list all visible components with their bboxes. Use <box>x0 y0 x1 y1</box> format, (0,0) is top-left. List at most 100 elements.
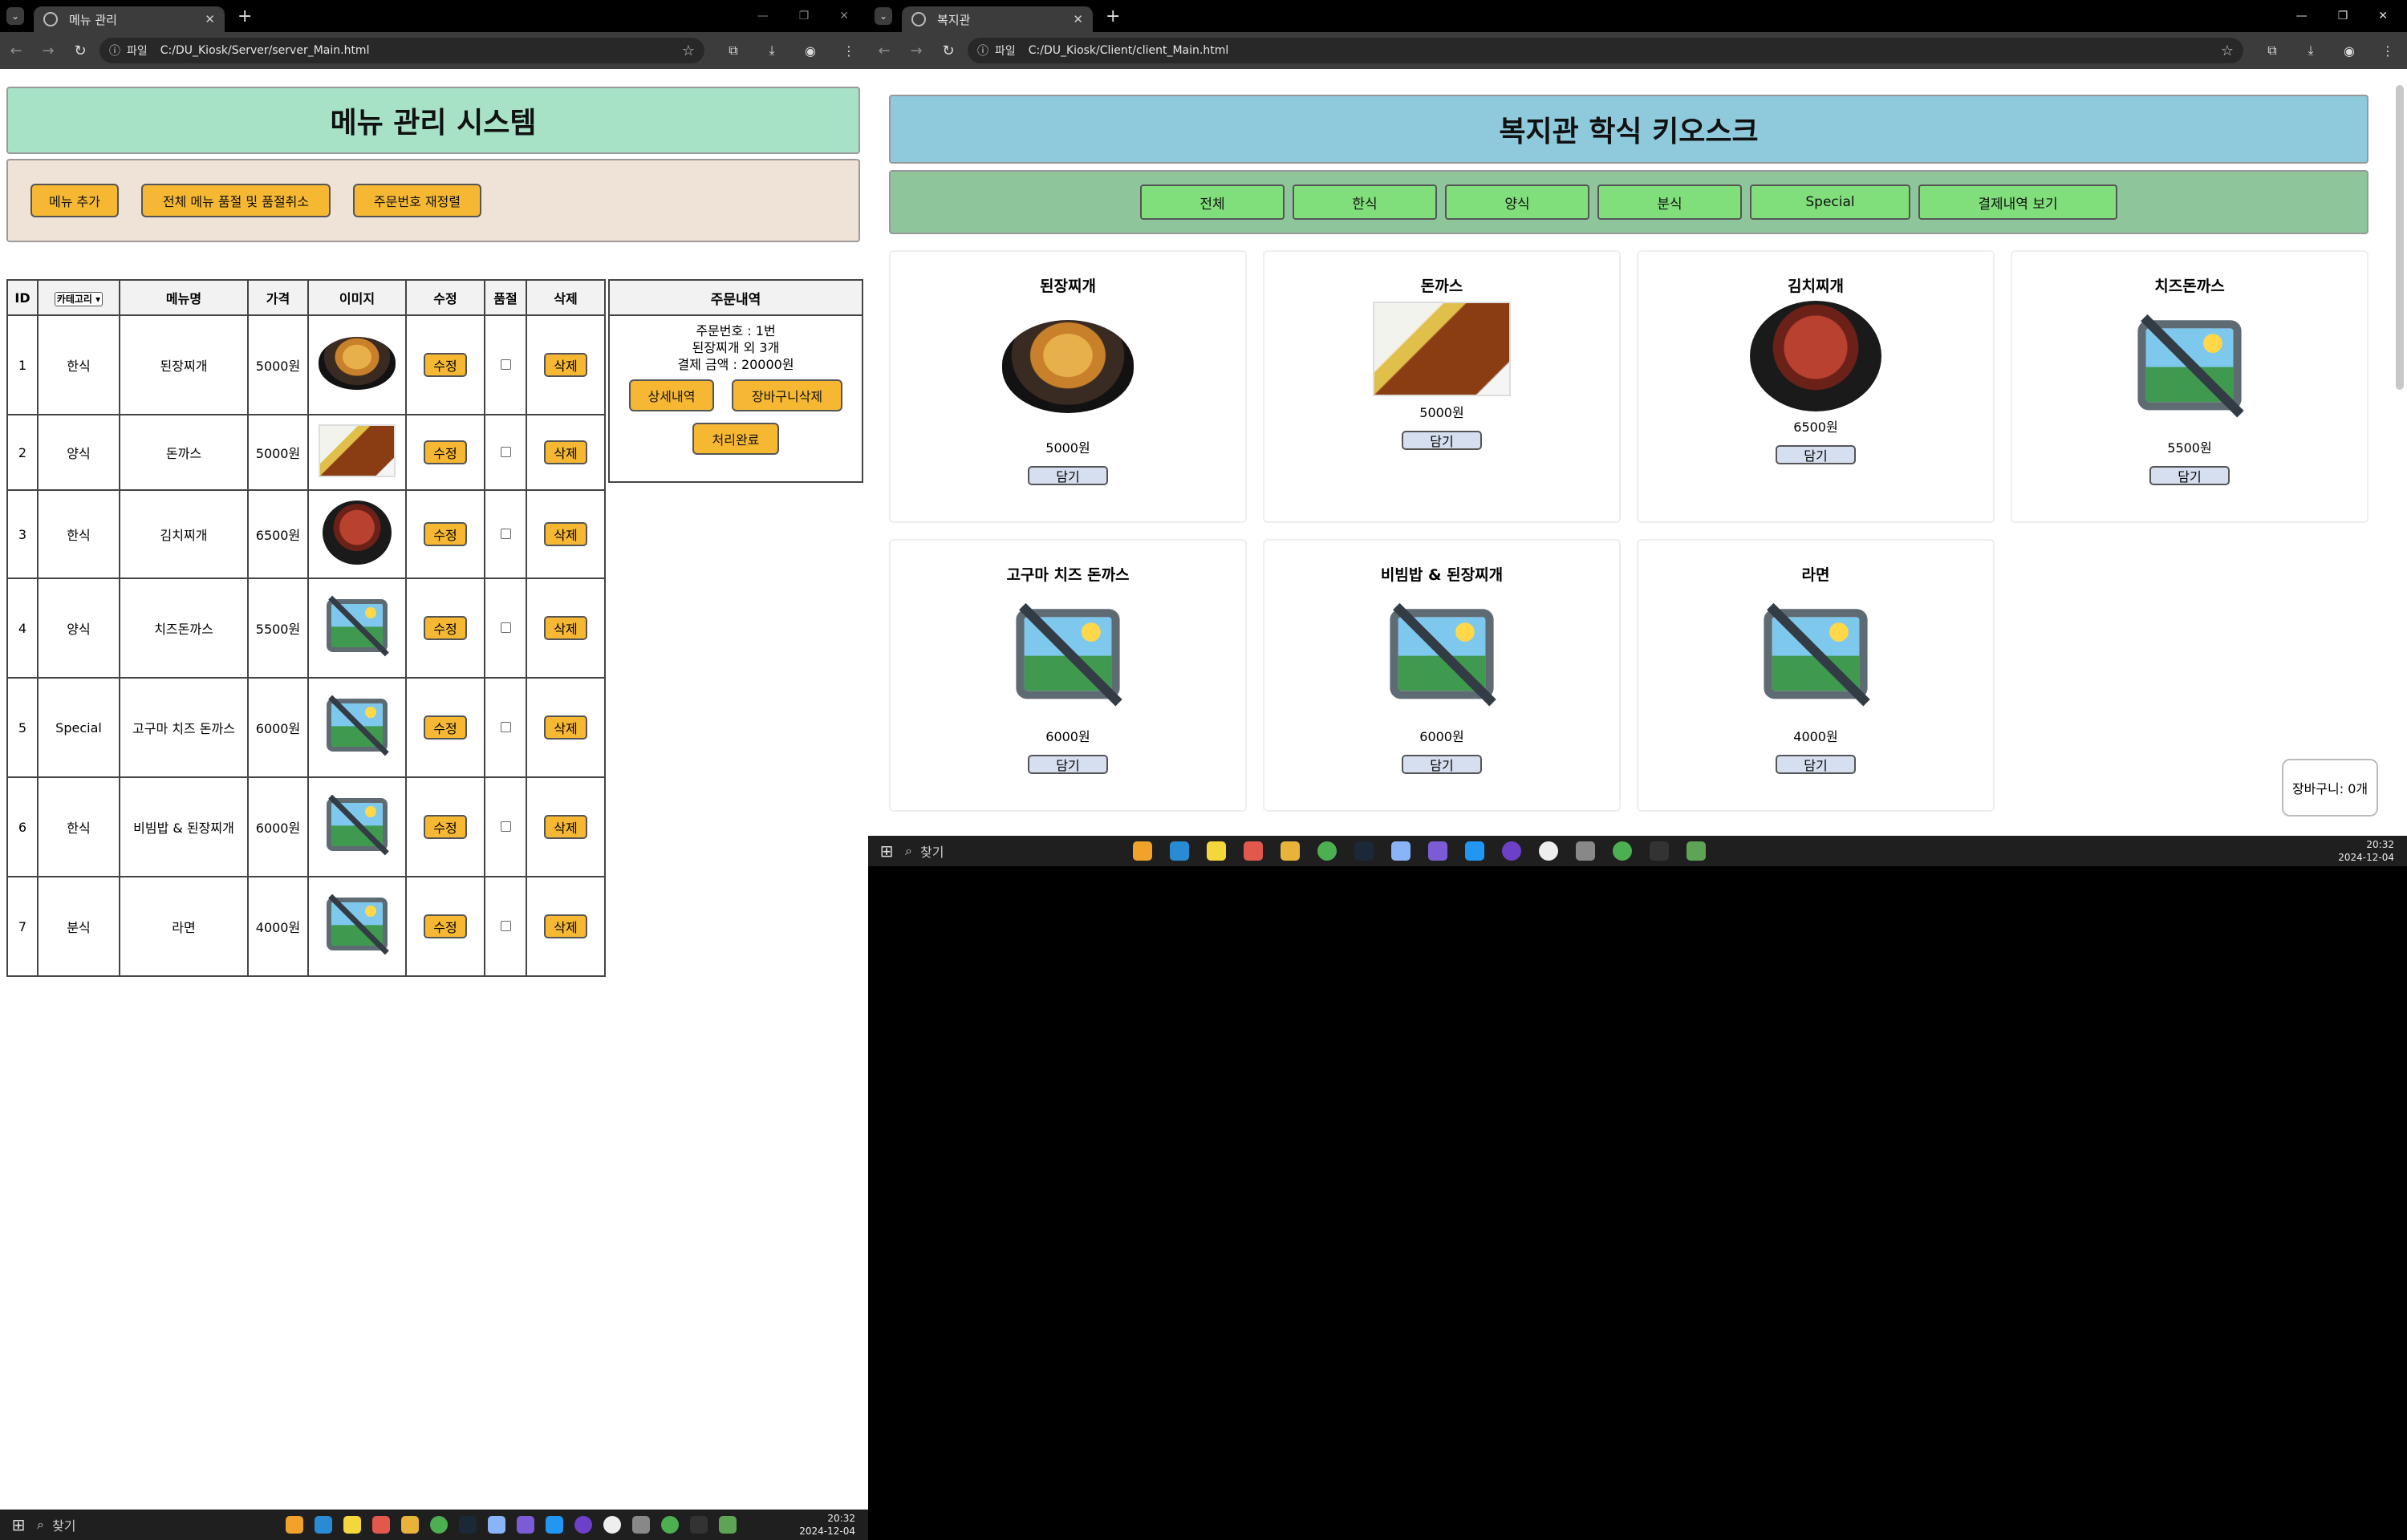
scrollbar[interactable] <box>2396 85 2404 390</box>
order-detail-button[interactable]: 상세내역 <box>629 379 714 411</box>
taskbar-search[interactable]: ⌕ 찾기 <box>37 1515 197 1534</box>
edit-button[interactable]: 수정 <box>424 914 467 938</box>
order-complete-button[interactable]: 처리완료 <box>692 423 779 455</box>
soldout-all-button[interactable]: 전체 메뉴 품절 및 품절취소 <box>141 184 331 217</box>
close-window-icon[interactable]: ✕ <box>839 10 849 22</box>
file-explorer-icon[interactable] <box>1281 841 1300 861</box>
back-icon[interactable]: ← <box>0 43 32 59</box>
col-category[interactable]: 카테고리 ▾ <box>37 279 120 316</box>
address-bar[interactable]: ⓘ 파일 C:/DU_Kiosk/Server/server_Main.html… <box>99 38 704 63</box>
add-to-cart-button[interactable]: 담기 <box>1028 755 1108 774</box>
forward-icon[interactable]: → <box>900 43 932 59</box>
address-bar[interactable]: ⓘ 파일 C:/DU_Kiosk/Client/client_Main.html… <box>968 38 2243 63</box>
minimize-icon[interactable]: — <box>757 10 769 22</box>
more-menu-icon[interactable]: ⋮ <box>830 43 868 59</box>
chrome-icon[interactable] <box>1317 841 1337 861</box>
edit-button[interactable]: 수정 <box>424 616 467 640</box>
minimize-icon[interactable]: — <box>2296 10 2308 22</box>
edit-button[interactable]: 수정 <box>424 522 467 546</box>
reload-icon[interactable]: ↻ <box>932 43 964 59</box>
delete-button[interactable]: 삭제 <box>544 914 587 938</box>
edit-button[interactable]: 수정 <box>424 440 467 464</box>
downloads-icon[interactable]: ⤓ <box>753 43 791 59</box>
cart-delete-button[interactable]: 장바구니삭제 <box>732 379 842 411</box>
soldout-checkbox[interactable] <box>500 721 511 732</box>
bookmark-star-icon[interactable]: ☆ <box>2221 43 2234 59</box>
app-icon[interactable] <box>1391 841 1411 861</box>
delete-button[interactable]: 삭제 <box>544 440 587 464</box>
chrome-icon[interactable] <box>1613 841 1632 861</box>
windows-start-icon[interactable]: ⊞ <box>868 841 905 861</box>
payment-history-button[interactable]: 결제내역 보기 <box>1918 184 2117 220</box>
bookmark-star-icon[interactable]: ☆ <box>682 43 695 59</box>
vscode-icon[interactable] <box>1465 841 1484 861</box>
visual-studio-icon[interactable] <box>517 1516 534 1534</box>
tab-list-button[interactable]: ⌄ <box>6 7 24 25</box>
profile-icon[interactable]: ◉ <box>791 43 830 59</box>
soldout-checkbox[interactable] <box>500 359 511 370</box>
delete-button[interactable]: 삭제 <box>544 715 587 740</box>
tab-list-button[interactable]: ⌄ <box>875 7 892 25</box>
reset-order-number-button[interactable]: 주문번호 재정렬 <box>353 184 481 217</box>
edit-button[interactable]: 수정 <box>424 815 467 839</box>
app-icon[interactable] <box>488 1516 505 1534</box>
maximize-icon[interactable]: ❐ <box>799 10 810 22</box>
soldout-checkbox[interactable] <box>500 446 511 457</box>
tab-menu-management[interactable]: 메뉴 관리 ✕ <box>34 6 225 32</box>
app-icon[interactable] <box>372 1516 390 1534</box>
app-icon[interactable] <box>1170 841 1189 861</box>
steam-icon[interactable] <box>459 1516 477 1534</box>
app-icon[interactable] <box>1244 841 1263 861</box>
add-to-cart-button[interactable]: 담기 <box>1776 445 1856 464</box>
add-to-cart-button[interactable]: 담기 <box>1402 431 1482 450</box>
app-icon[interactable] <box>343 1516 361 1534</box>
url-text[interactable]: C:/DU_Kiosk/Server/server_Main.html <box>160 44 682 57</box>
add-to-cart-button[interactable]: 담기 <box>1028 466 1108 485</box>
app-icon[interactable] <box>1207 841 1226 861</box>
terminal-icon[interactable] <box>690 1516 708 1534</box>
app-icon[interactable] <box>1687 841 1706 861</box>
vscode-icon[interactable] <box>546 1516 563 1534</box>
app-icon[interactable] <box>1133 841 1152 861</box>
app-icon[interactable] <box>574 1516 592 1534</box>
soldout-checkbox[interactable] <box>500 920 511 931</box>
delete-button[interactable]: 삭제 <box>544 522 587 546</box>
url-text[interactable]: C:/DU_Kiosk/Client/client_Main.html <box>1029 44 2221 57</box>
chrome-icon[interactable] <box>661 1516 679 1534</box>
windows-start-icon[interactable]: ⊞ <box>0 1515 37 1534</box>
app-icon[interactable] <box>1576 841 1595 861</box>
forward-icon[interactable]: → <box>32 43 64 59</box>
reload-icon[interactable]: ↻ <box>64 43 96 59</box>
category-all-button[interactable]: 전체 <box>1140 184 1285 220</box>
cart-indicator[interactable]: 장바구니: 0개 <box>2282 759 2378 817</box>
extensions-icon[interactable]: ⧉ <box>2253 43 2291 59</box>
extensions-icon[interactable]: ⧉ <box>714 43 753 59</box>
visual-studio-icon[interactable] <box>1428 841 1447 861</box>
delete-button[interactable]: 삭제 <box>544 353 587 377</box>
new-tab-button[interactable]: + <box>237 6 252 26</box>
tab-welfare-hall[interactable]: 복지관 ✕ <box>902 6 1093 32</box>
delete-button[interactable]: 삭제 <box>544 815 587 839</box>
add-to-cart-button[interactable]: 담기 <box>1402 755 1482 774</box>
category-special-button[interactable]: Special <box>1750 184 1910 220</box>
new-tab-button[interactable]: + <box>1106 6 1120 26</box>
app-icon[interactable] <box>1502 841 1521 861</box>
site-info-icon[interactable]: ⓘ <box>977 43 988 59</box>
app-icon[interactable] <box>286 1516 303 1534</box>
app-icon[interactable] <box>632 1516 650 1534</box>
add-menu-button[interactable]: 메뉴 추가 <box>30 184 119 217</box>
soldout-checkbox[interactable] <box>500 622 511 633</box>
downloads-icon[interactable]: ⤓ <box>2291 43 2330 59</box>
soldout-checkbox[interactable] <box>500 821 511 832</box>
back-icon[interactable]: ← <box>868 43 900 59</box>
delete-button[interactable]: 삭제 <box>544 616 587 640</box>
category-western-button[interactable]: 양식 <box>1445 184 1589 220</box>
category-select[interactable]: 카테고리 ▾ <box>54 291 104 306</box>
edit-button[interactable]: 수정 <box>424 353 467 377</box>
close-window-icon[interactable]: ✕ <box>2378 10 2388 22</box>
github-icon[interactable] <box>603 1516 621 1534</box>
file-explorer-icon[interactable] <box>401 1516 419 1534</box>
edit-button[interactable]: 수정 <box>424 715 467 740</box>
chrome-icon[interactable] <box>430 1516 448 1534</box>
app-icon[interactable] <box>315 1516 332 1534</box>
